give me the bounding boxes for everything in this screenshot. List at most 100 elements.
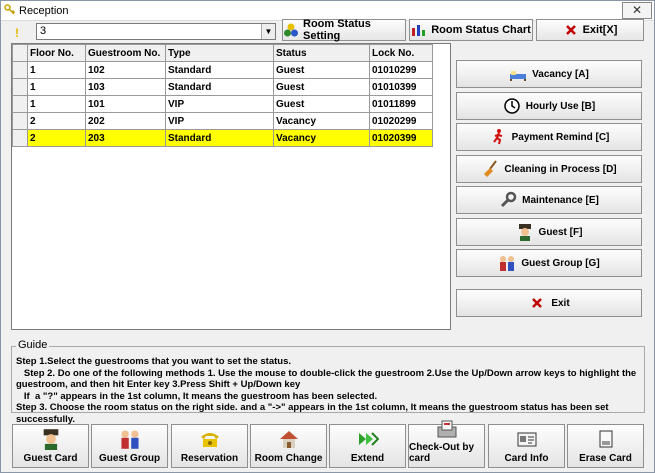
cleaning-in-process-button[interactable]: Cleaning in Process [D] [456,155,642,183]
cell-room: 202 [85,112,166,130]
arrows-right-icon [356,428,380,450]
cell-floor: 2 [27,129,86,147]
cell-type: Standard [165,129,274,147]
cell-type: VIP [165,95,274,113]
broom-icon [481,160,499,178]
table-row[interactable]: 1 101 VIP Guest 01011899 [12,95,433,113]
cell-room: 203 [85,129,166,147]
floor-select[interactable]: 3 ▼ [36,23,276,40]
guide-line: Step 2. Do one of the following methods … [16,367,639,391]
x-icon [528,294,546,312]
cell-lock: 01010299 [369,61,433,79]
cell-status: Guest [273,61,370,79]
exit-button[interactable]: Exit[X] [536,19,644,41]
hourly-use-button[interactable]: Hourly Use [B] [456,92,642,120]
column-header-floor[interactable]: Floor No. [27,44,86,62]
erase-card-label: Erase Card [579,453,632,464]
cell-status: Guest [273,95,370,113]
cell-type: Standard [165,61,274,79]
cell-type: Standard [165,78,274,96]
room-status-setting-button[interactable]: Room Status Setting [282,18,406,42]
close-icon: ✕ [631,3,643,17]
chevron-down-icon[interactable]: ▼ [261,24,275,39]
window-close-button[interactable]: ✕ [622,2,652,19]
erase-card-icon [594,428,618,450]
table-row-selected[interactable]: 2 203 Standard Vacancy 01020399 [12,129,433,147]
wrench-icon [499,191,517,209]
cell-status: Vacancy [273,112,370,130]
reservation-label: Reservation [180,453,239,464]
reservation-button[interactable]: Reservation [171,424,248,468]
guide-panel: Guide Step 1.Select the guestrooms that … [11,339,645,425]
guide-title: Guide [16,339,50,351]
cell-floor: 2 [27,112,86,130]
check-out-by-card-label: Check-Out by card [409,442,475,464]
erase-card-button[interactable]: Erase Card [567,424,644,468]
table-header-row: Floor No. Guestroom No. Type Status Lock… [12,44,433,62]
guest-button[interactable]: Guest [F] [456,218,642,246]
row-indicator[interactable] [12,112,28,130]
room-status-chart-label: Room Status Chart [431,24,531,36]
hourly-use-label: Hourly Use [B] [525,100,596,112]
window-title: Reception [19,5,69,17]
marker-icon: ! [15,26,19,40]
guest-icon [39,428,63,450]
room-status-chart-button[interactable]: Room Status Chart [409,19,533,41]
guide-line: Step 1.Select the guestrooms that you wa… [16,356,292,367]
maintenance-label: Maintenance [E] [522,194,599,206]
row-indicator[interactable] [12,95,28,113]
room-change-button[interactable]: Room Change [250,424,327,468]
cell-room: 102 [85,61,166,79]
cell-status: Guest [273,78,370,96]
card-info-button[interactable]: Card Info [488,424,565,468]
guide-text: Step 1.Select the guestrooms that you wa… [16,356,644,425]
exit-label: Exit[X] [582,24,618,36]
guest-group-label: Guest Group [G] [521,257,600,269]
clock-icon [503,97,521,115]
payment-remind-label: Payment Remind [C] [511,131,610,143]
column-header-room[interactable]: Guestroom No. [85,44,166,62]
table-row[interactable]: 1 102 Standard Guest 01010299 [12,61,433,79]
cell-floor: 1 [27,78,86,96]
check-out-by-card-button[interactable]: Check-Out by card [408,420,485,468]
row-indicator[interactable] [12,78,28,96]
guest-group-button[interactable]: Guest Group [G] [456,249,642,277]
room-grid[interactable]: Floor No. Guestroom No. Type Status Lock… [11,43,451,330]
row-indicator-header [12,44,28,62]
guest-group-icon [118,428,142,450]
row-indicator[interactable] [12,129,28,147]
cell-room: 101 [85,95,166,113]
guide-line: If a "?" appears in the 1st column, It m… [16,390,378,402]
phone-icon [198,428,222,450]
room-table: Floor No. Guestroom No. Type Status Lock… [12,44,433,147]
column-header-lock[interactable]: Lock No. [369,44,433,62]
card-info-label: Card Info [504,453,549,464]
extend-label: Extend [350,453,385,464]
guest-card-label: Guest Card [23,453,78,464]
floor-select-value: 3 [40,25,47,37]
guide-line: Step 3. Choose the room status on the ri… [16,402,609,425]
cell-floor: 1 [27,95,86,113]
maintenance-button[interactable]: Maintenance [E] [456,186,642,214]
table-row[interactable]: 2 202 VIP Vacancy 01020299 [12,112,433,130]
column-header-status[interactable]: Status [273,44,370,62]
row-indicator[interactable] [12,61,28,79]
payment-remind-button[interactable]: Payment Remind [C] [456,123,642,151]
house-icon [277,428,301,450]
x-icon [563,23,579,37]
guest-card-button[interactable]: Guest Card [12,424,89,468]
extend-button[interactable]: Extend [329,424,406,468]
guest-group-bottom-button[interactable]: Guest Group [91,424,168,468]
guest-label: Guest [F] [538,226,583,238]
cell-type: VIP [165,112,274,130]
table-row[interactable]: 1 103 Standard Guest 01010399 [12,78,433,96]
side-exit-button[interactable]: Exit [456,289,642,317]
bed-icon [509,65,527,83]
cell-lock: 01020399 [369,129,433,147]
room-change-label: Room Change [254,453,323,464]
vacancy-button[interactable]: Vacancy [A] [456,60,642,88]
column-header-type[interactable]: Type [165,44,274,62]
guest-group-icon [498,254,516,272]
circles-icon [283,23,299,37]
cell-lock: 01011899 [369,95,433,113]
